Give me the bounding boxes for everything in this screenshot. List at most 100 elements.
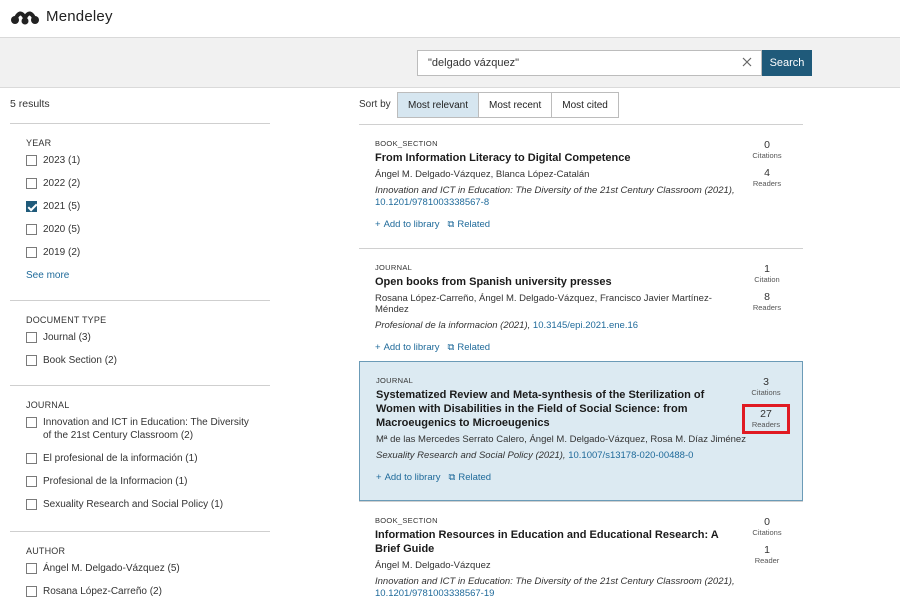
checkbox[interactable]	[26, 499, 37, 510]
result-type: JOURNAL	[375, 263, 413, 272]
checkbox[interactable]	[26, 355, 37, 366]
search-button[interactable]: Search	[762, 50, 812, 76]
related-button[interactable]: ⧉ Related	[448, 219, 491, 230]
result-stats: 3 Citations 27 Readers	[742, 376, 790, 434]
logo[interactable]: Mendeley	[10, 6, 113, 26]
checkbox[interactable]	[26, 155, 37, 166]
result-title[interactable]: Information Resources in Education and E…	[375, 528, 725, 556]
result-title[interactable]: Open books from Spanish university press…	[375, 275, 725, 289]
checkbox[interactable]	[26, 247, 37, 258]
results-count: 5 results	[10, 98, 50, 110]
readers-highlight-box: 27 Readers	[742, 404, 790, 434]
add-to-library-button[interactable]: + Add to library	[375, 342, 440, 353]
facet-option-label: El profesional de la información (1)	[43, 453, 198, 464]
facet-option-label: Book Section (2)	[43, 355, 117, 366]
checkbox[interactable]	[26, 476, 37, 487]
citations-label: Citations	[751, 388, 781, 397]
readers-count: 1	[764, 544, 770, 556]
readers-count: 4	[764, 167, 770, 179]
facet-option[interactable]: El profesional de la información (1)	[26, 452, 270, 465]
plus-icon: +	[376, 472, 382, 483]
checkbox[interactable]	[26, 563, 37, 574]
plus-icon: +	[375, 342, 381, 353]
brand-name: Mendeley	[46, 7, 113, 25]
doi-link[interactable]: 10.1201/9781003338567-8	[375, 197, 489, 208]
result-item: JOURNAL Open books from Spanish universi…	[359, 248, 803, 361]
result-authors: Ángel M. Delgado-Vázquez, Blanca López-C…	[375, 169, 590, 180]
checkbox[interactable]	[26, 178, 37, 189]
facet-option-label: 2020 (5)	[43, 224, 81, 235]
citations-label: Citations	[752, 528, 782, 537]
add-to-library-button[interactable]: + Add to library	[375, 219, 440, 230]
related-button[interactable]: ⧉ Related	[449, 472, 492, 483]
facet-option[interactable]: Profesional de la Informacion (1)	[26, 475, 270, 488]
sort-most-cited[interactable]: Most cited	[552, 93, 618, 117]
citations-label: Citation	[754, 275, 780, 284]
result-source: Sexuality Research and Social Policy (20…	[376, 450, 694, 461]
facet-option[interactable]: 2022 (2)	[26, 177, 270, 190]
checkbox-checked[interactable]	[26, 201, 37, 212]
result-authors: Rosana López-Carreño, Ángel M. Delgado-V…	[375, 293, 712, 315]
add-to-library-button[interactable]: + Add to library	[376, 472, 441, 483]
search-box	[417, 50, 762, 76]
facet-option[interactable]: Book Section (2)	[26, 354, 270, 367]
facet-option[interactable]: Journal (3)	[26, 331, 270, 344]
facet-option[interactable]: Rosana López-Carreño (2)	[26, 585, 270, 598]
sort-label: Sort by	[359, 99, 391, 110]
facet-option-label: 2021 (5)	[43, 201, 81, 212]
related-icon: ⧉	[447, 342, 455, 353]
results-list: BOOK_SECTION From Information Literacy t…	[359, 124, 803, 601]
facet-option-label: Rosana López-Carreño (2)	[43, 586, 162, 597]
sort-options: Most relevant Most recent Most cited	[397, 92, 619, 118]
result-stats: 0 Citations 4 Readers	[747, 139, 787, 195]
facet-option[interactable]: Sexuality Research and Social Policy (1)	[26, 498, 270, 511]
checkbox[interactable]	[26, 586, 37, 597]
result-source: Innovation and ICT in Education: The Div…	[375, 185, 735, 208]
doi-link[interactable]: 10.1201/9781003338567-19	[375, 588, 494, 599]
facet-option-label: 2019 (2)	[43, 247, 81, 258]
checkbox[interactable]	[26, 332, 37, 343]
related-icon: ⧉	[447, 219, 455, 230]
search-input[interactable]	[418, 51, 738, 75]
facet-option[interactable]: Innovation and ICT in Education: The Div…	[26, 416, 270, 442]
related-button[interactable]: ⧉ Related	[448, 342, 491, 353]
mendeley-logo-icon	[10, 6, 40, 26]
checkbox[interactable]	[26, 417, 37, 428]
citations-count: 1	[764, 263, 770, 275]
facet-option[interactable]: 2021 (5)	[26, 200, 270, 213]
facet-title: JOURNAL	[26, 400, 70, 410]
result-authors: Ángel M. Delgado-Vázquez	[375, 560, 491, 571]
checkbox[interactable]	[26, 453, 37, 464]
facet-option[interactable]: 2020 (5)	[26, 223, 270, 236]
facet-option[interactable]: 2023 (1)	[26, 154, 270, 167]
facet-option-label: 2023 (1)	[43, 155, 81, 166]
result-actions: + Add to library ⧉ Related	[376, 472, 786, 483]
result-authors: Mª de las Mercedes Serrato Calero, Ángel…	[376, 434, 746, 445]
see-more-link[interactable]: See more	[26, 270, 69, 281]
facet-option-label: 2022 (2)	[43, 178, 81, 189]
facet-option-label: Sexuality Research and Social Policy (1)	[43, 499, 224, 510]
result-stats: 0 Citations 1 Reader	[747, 516, 787, 572]
facet-option[interactable]: Ángel M. Delgado-Vázquez (5)	[26, 562, 270, 575]
doi-link[interactable]: 10.3145/epi.2021.ene.16	[533, 320, 638, 331]
clear-icon[interactable]	[741, 56, 753, 68]
result-type: JOURNAL	[376, 376, 414, 385]
related-icon: ⧉	[448, 472, 456, 483]
result-item: BOOK_SECTION From Information Literacy t…	[359, 124, 803, 248]
facet-option-label: Ángel M. Delgado-Vázquez (5)	[43, 563, 180, 574]
checkbox[interactable]	[26, 224, 37, 235]
result-item: BOOK_SECTION Information Resources in Ed…	[359, 501, 803, 601]
sort-most-recent[interactable]: Most recent	[479, 93, 553, 117]
facet-option-label: Journal (3)	[43, 332, 91, 343]
facet-author: AUTHOR Ángel M. Delgado-Vázquez (5) Rosa…	[10, 531, 270, 604]
citations-count: 0	[764, 516, 770, 528]
doi-link[interactable]: 10.1007/s13178-020-00488-0	[568, 450, 693, 461]
result-type: BOOK_SECTION	[375, 139, 438, 148]
result-title[interactable]: From Information Literacy to Digital Com…	[375, 151, 725, 165]
result-type: BOOK_SECTION	[375, 516, 438, 525]
result-source: Profesional de la informacion (2021), 10…	[375, 320, 639, 331]
result-title[interactable]: Systematized Review and Meta-synthesis o…	[376, 388, 726, 430]
facet-option[interactable]: 2019 (2)	[26, 246, 270, 259]
readers-label: Readers	[752, 179, 782, 188]
sort-most-relevant[interactable]: Most relevant	[398, 93, 480, 117]
